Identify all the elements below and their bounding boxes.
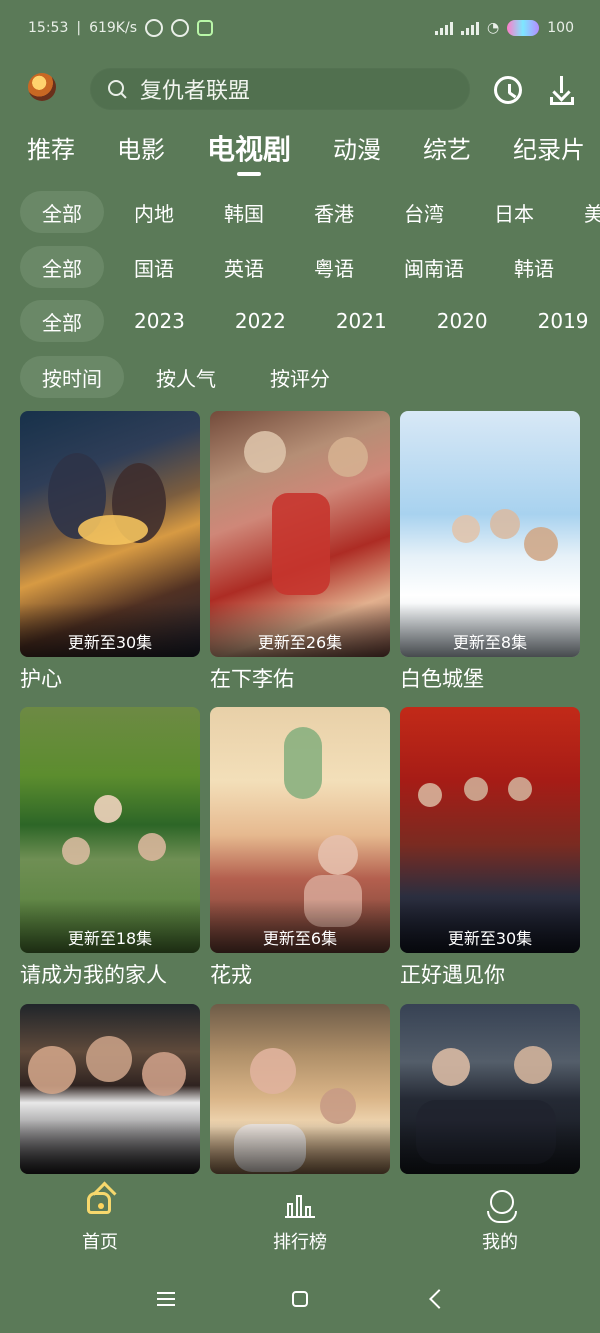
clock-icon <box>494 76 522 104</box>
tab-anime[interactable]: 动漫 <box>333 132 381 177</box>
update-label: 更新至30集 <box>67 633 153 652</box>
filter-language-japanese[interactable]: 日 <box>584 246 600 288</box>
status-time: 15:53 <box>28 20 69 36</box>
poster-image[interactable] <box>210 1004 390 1174</box>
signal-icon <box>461 21 480 35</box>
signal-icon <box>435 21 454 35</box>
poster-image[interactable]: 更新至8集 <box>400 411 580 657</box>
nav-profile[interactable]: 我的 <box>440 1186 560 1254</box>
card-title[interactable]: 在下李佑 <box>210 663 410 693</box>
card-title[interactable]: 白色城堡 <box>400 663 600 693</box>
card-title[interactable]: 正好遇见你 <box>400 959 600 989</box>
filter-region-hongkong[interactable]: 香港 <box>294 191 374 233</box>
app-header: 复仇者联盟 <box>0 58 600 120</box>
sort-by-time[interactable]: 按时间 <box>20 356 124 398</box>
system-navigation <box>0 1270 600 1333</box>
back-icon <box>429 1289 449 1309</box>
filter-region-all[interactable]: 全部 <box>20 191 104 233</box>
filter-language-korean[interactable]: 韩语 <box>494 246 574 288</box>
filter-year-2023[interactable]: 2023 <box>114 300 205 342</box>
filter-language-english[interactable]: 英语 <box>204 246 284 288</box>
language-filter-row: 全部 国语 英语 粤语 闽南语 韩语 日 <box>20 246 600 288</box>
sort-filter-row: 按时间 按人气 按评分 <box>20 356 600 398</box>
search-input[interactable]: 复仇者联盟 <box>90 68 470 110</box>
app-indicator-icon <box>197 20 213 36</box>
tab-recommend[interactable]: 推荐 <box>27 132 75 177</box>
year-filter-row: 全部 2023 2022 2021 2020 2019 <box>20 300 600 342</box>
filter-region-usa[interactable]: 美国 <box>564 191 600 233</box>
nav-profile-label: 我的 <box>482 1232 518 1253</box>
filter-year-all[interactable]: 全部 <box>20 300 104 342</box>
alarm-icon <box>171 19 189 37</box>
card-title[interactable]: 花戎 <box>210 959 410 989</box>
filter-region-taiwan[interactable]: 台湾 <box>384 191 464 233</box>
update-label: 更新至26集 <box>257 633 343 652</box>
home-icon <box>87 1192 111 1214</box>
download-button[interactable] <box>542 70 582 110</box>
download-icon <box>548 75 576 105</box>
filter-year-2022[interactable]: 2022 <box>215 300 306 342</box>
poster-image[interactable]: 更新至26集 <box>210 411 390 657</box>
sort-by-popularity[interactable]: 按人气 <box>134 356 238 398</box>
system-menu-button[interactable] <box>150 1283 182 1315</box>
chart-icon <box>285 1194 315 1218</box>
poster-image[interactable]: 更新至30集 <box>400 707 580 953</box>
tab-tv-series[interactable]: 电视剧 <box>207 132 291 177</box>
battery-text: 100 <box>547 20 574 36</box>
user-icon <box>487 1190 517 1223</box>
status-bar: 15:53 | 619K/s ◔ 100 <box>0 0 600 56</box>
nav-ranking[interactable]: 排行榜 <box>240 1186 360 1254</box>
update-label: 更新至30集 <box>447 929 533 948</box>
notification-icon <box>145 19 163 37</box>
filter-language-all[interactable]: 全部 <box>20 246 104 288</box>
sort-by-rating[interactable]: 按评分 <box>248 356 352 398</box>
filter-year-2020[interactable]: 2020 <box>417 300 508 342</box>
system-back-button[interactable] <box>421 1283 453 1315</box>
tab-variety[interactable]: 综艺 <box>423 132 471 177</box>
status-right: ◔ 100 <box>435 20 574 36</box>
app-logo <box>28 73 56 101</box>
filter-region-japan[interactable]: 日本 <box>474 191 554 233</box>
menu-icon <box>157 1292 175 1306</box>
network-speed: 619K/s <box>89 20 137 36</box>
home-icon-wrap <box>83 1186 117 1220</box>
card-title[interactable]: 请成为我的家人 <box>20 959 220 989</box>
filter-year-2021[interactable]: 2021 <box>316 300 407 342</box>
nav-ranking-label: 排行榜 <box>273 1232 327 1253</box>
tab-documentary[interactable]: 纪录片 <box>513 132 585 177</box>
filter-year-2019[interactable]: 2019 <box>518 300 600 342</box>
history-button[interactable] <box>488 70 528 110</box>
poster-image[interactable]: 更新至6集 <box>210 707 390 953</box>
status-left: 15:53 | 619K/s <box>28 19 213 37</box>
nav-home-label: 首页 <box>82 1232 118 1253</box>
poster-image[interactable]: 更新至30集 <box>20 411 200 657</box>
filter-language-minnan[interactable]: 闽南语 <box>384 246 484 288</box>
filter-region-mainland[interactable]: 内地 <box>114 191 194 233</box>
update-label: 更新至8集 <box>452 633 528 652</box>
wifi-icon: ◔ <box>487 20 500 36</box>
user-icon-wrap <box>483 1186 517 1223</box>
battery-icon <box>507 20 540 36</box>
category-tabs: 推荐 电影 电视剧 动漫 综艺 纪录片 <box>27 132 600 177</box>
poster-image[interactable] <box>400 1004 580 1174</box>
search-value: 复仇者联盟 <box>140 79 251 104</box>
filter-language-mandarin[interactable]: 国语 <box>114 246 194 288</box>
search-icon <box>108 80 126 98</box>
square-icon <box>292 1291 308 1307</box>
tab-movies[interactable]: 电影 <box>117 132 165 177</box>
poster-image[interactable]: 更新至18集 <box>20 707 200 953</box>
update-label: 更新至6集 <box>262 929 338 948</box>
update-label: 更新至18集 <box>67 929 153 948</box>
poster-image[interactable] <box>20 1004 200 1174</box>
filter-language-cantonese[interactable]: 粤语 <box>294 246 374 288</box>
bottom-navigation: 首页 排行榜 我的 <box>0 1176 600 1266</box>
region-filter-row: 全部 内地 韩国 香港 台湾 日本 美国 <box>20 191 600 233</box>
nav-home[interactable]: 首页 <box>40 1186 160 1254</box>
chart-icon-wrap <box>283 1186 317 1220</box>
system-home-button[interactable] <box>284 1283 316 1315</box>
filter-region-korea[interactable]: 韩国 <box>204 191 284 233</box>
status-separator: | <box>76 20 82 36</box>
card-title[interactable]: 护心 <box>20 663 220 693</box>
